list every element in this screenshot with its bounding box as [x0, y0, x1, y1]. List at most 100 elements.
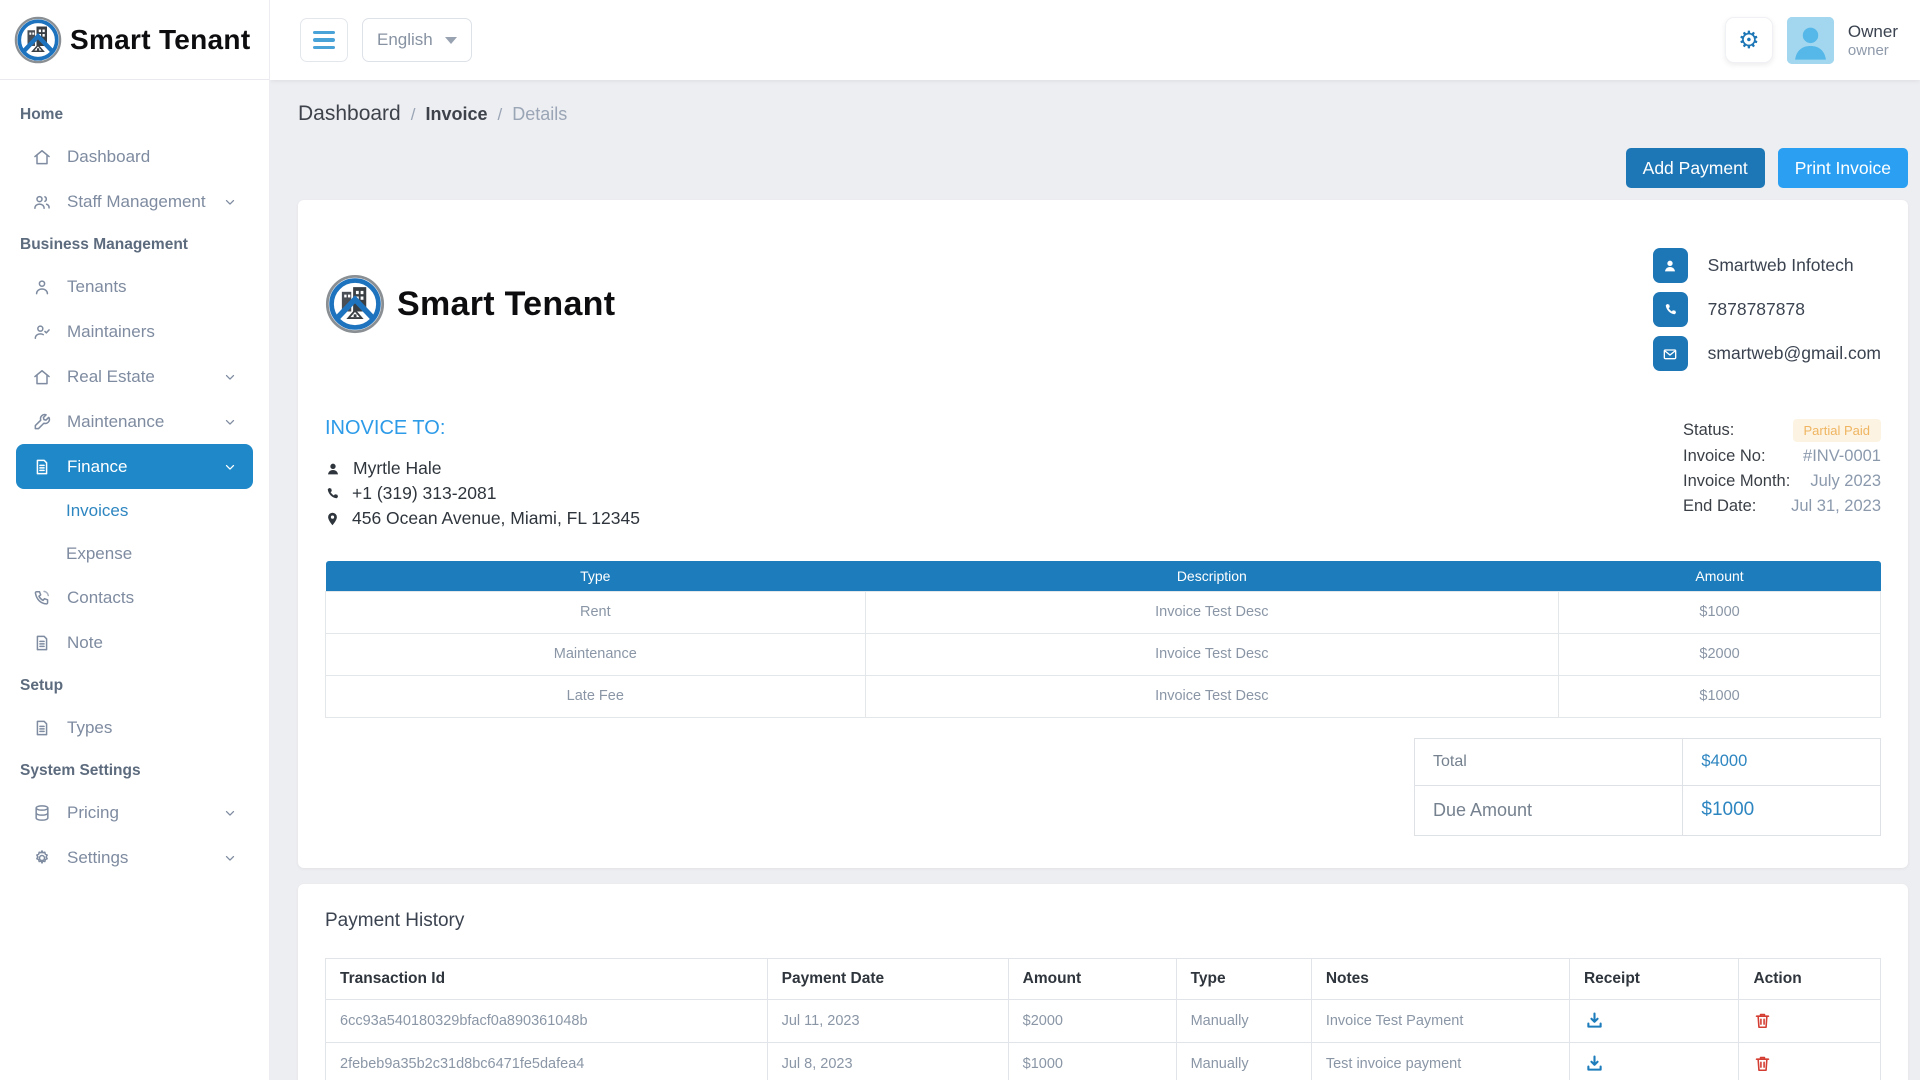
sidebar-item-staff-management[interactable]: Staff Management [16, 179, 253, 224]
sidebar-item-label: Maintenance [67, 412, 164, 432]
items-header-amount: Amount [1559, 561, 1881, 591]
gear-icon: ⚙ [1738, 26, 1760, 55]
bill-to-phone-row: +1 (319) 313-2081 [325, 481, 640, 506]
company-name: Smartweb Infotech [1708, 255, 1854, 276]
avatar[interactable] [1787, 17, 1834, 64]
sidebar-item-label: Contacts [67, 588, 134, 608]
download-receipt-button[interactable] [1584, 1010, 1605, 1031]
phone-icon [1653, 292, 1688, 327]
section-label-system-settings: System Settings [0, 750, 269, 790]
download-receipt-button[interactable] [1584, 1053, 1605, 1074]
company-phone-row: 7878787878 [1653, 292, 1881, 327]
invoice-items-table: Type Description Amount Rent Invoice Tes… [325, 561, 1881, 718]
sidebar-subitem-label: Expense [66, 544, 132, 564]
add-payment-button[interactable]: Add Payment [1626, 148, 1765, 188]
ph-payment-date: Jul 8, 2023 [767, 1042, 1008, 1080]
ph-header-notes: Notes [1311, 958, 1569, 999]
user-icon [1653, 248, 1688, 283]
chevron-down-icon [223, 806, 237, 820]
item-type: Late Fee [326, 675, 866, 717]
status-row: Status: Partial Paid [1683, 419, 1881, 442]
bill-to-name: Myrtle Hale [353, 458, 442, 479]
brand-logo[interactable]: Smart Tenant [0, 0, 269, 80]
sidebar-item-label: Settings [67, 848, 128, 868]
invoice-month-value: July 2023 [1810, 472, 1881, 491]
table-row: Late Fee Invoice Test Desc $1000 [326, 675, 1881, 717]
sidebar-subitem-invoices[interactable]: Invoices [0, 489, 269, 532]
sidebar-item-maintenance[interactable]: Maintenance [16, 399, 253, 444]
total-value: $4000 [1683, 738, 1881, 785]
download-icon [1584, 1053, 1605, 1074]
settings-gear-button[interactable]: ⚙ [1725, 17, 1773, 63]
print-invoice-button[interactable]: Print Invoice [1778, 148, 1908, 188]
sidebar-item-pricing[interactable]: Pricing [16, 790, 253, 835]
phone-icon [325, 486, 340, 501]
user-avatar-icon [1787, 17, 1834, 64]
invoice-card: Smart Tenant Smartweb Infotech 787878787… [298, 200, 1908, 868]
sidebar-item-dashboard[interactable]: Dashboard [16, 134, 253, 179]
sidebar-item-types[interactable]: Types [16, 705, 253, 750]
hamburger-icon [313, 31, 335, 35]
delete-payment-button[interactable] [1753, 1054, 1772, 1073]
ph-header-type: Type [1176, 958, 1311, 999]
invoice-no-value: #INV-0001 [1803, 447, 1881, 466]
person-check-icon [32, 322, 52, 342]
sidebar-item-label: Real Estate [67, 367, 155, 387]
language-dropdown[interactable]: English [362, 18, 472, 62]
sidebar-item-finance[interactable]: Finance [16, 444, 253, 489]
ph-amount: $2000 [1008, 999, 1176, 1042]
phone-icon [32, 588, 52, 608]
section-label-setup: Setup [0, 665, 269, 705]
sidebar-item-label: Types [67, 718, 112, 738]
ph-header-payment-date: Payment Date [767, 958, 1008, 999]
gear-icon [32, 848, 52, 868]
invoice-no-row: Invoice No: #INV-0001 [1683, 446, 1881, 467]
end-date-label: End Date: [1683, 497, 1756, 516]
chevron-down-icon [223, 460, 237, 474]
table-row: Total $4000 [1415, 738, 1881, 785]
delete-payment-button[interactable] [1753, 1011, 1772, 1030]
chevron-down-icon [223, 370, 237, 384]
breadcrumb-dashboard[interactable]: Dashboard [298, 102, 401, 126]
sidebar-item-settings[interactable]: Settings [16, 835, 253, 880]
language-value: English [377, 30, 433, 50]
actions-row: Add Payment Print Invoice [298, 148, 1908, 188]
item-description: Invoice Test Desc [865, 591, 1559, 633]
sidebar-item-real-estate[interactable]: Real Estate [16, 354, 253, 399]
invoice-month-label: Invoice Month: [1683, 472, 1790, 491]
bill-to-phone: +1 (319) 313-2081 [352, 483, 497, 504]
ph-amount: $1000 [1008, 1042, 1176, 1080]
due-amount-value: $1000 [1683, 785, 1881, 835]
sidebar-item-note[interactable]: Note [16, 620, 253, 665]
bill-to-address: 456 Ocean Avenue, Miami, FL 12345 [352, 508, 640, 529]
wrench-icon [32, 412, 52, 432]
brand-logo-icon [325, 274, 385, 334]
end-date-value: Jul 31, 2023 [1791, 497, 1881, 516]
sidebar-item-maintainers[interactable]: Maintainers [16, 309, 253, 354]
sidebar-toggle-button[interactable] [300, 18, 348, 62]
status-badge: Partial Paid [1793, 419, 1881, 442]
company-phone: 7878787878 [1708, 299, 1805, 320]
table-row: 2febeb9a35b2c31d8bc6471fe5dafea4 Jul 8, … [326, 1042, 1881, 1080]
envelope-icon [1653, 336, 1688, 371]
item-amount: $1000 [1559, 591, 1881, 633]
sidebar-item-tenants[interactable]: Tenants [16, 264, 253, 309]
sidebar-item-label: Note [67, 633, 103, 653]
item-description: Invoice Test Desc [865, 675, 1559, 717]
items-header-type: Type [326, 561, 866, 591]
brand-name: Smart Tenant [70, 24, 250, 56]
breadcrumb-details: Details [512, 104, 567, 125]
database-icon [32, 803, 52, 823]
ph-notes: Invoice Test Payment [1311, 999, 1569, 1042]
item-amount: $1000 [1559, 675, 1881, 717]
topbar: English ⚙ Owner owner [270, 0, 1920, 80]
ph-header-amount: Amount [1008, 958, 1176, 999]
ph-header-transaction-id: Transaction Id [326, 958, 768, 999]
sidebar-subitem-expense[interactable]: Expense [0, 532, 269, 575]
payment-history-table: Transaction Id Payment Date Amount Type … [325, 958, 1881, 1080]
payment-history-card: Payment History Transaction Id Payment D… [298, 884, 1908, 1080]
items-header-description: Description [865, 561, 1559, 591]
sidebar-nav: Home Dashboard Staff Management Business… [0, 80, 269, 880]
breadcrumb-invoice[interactable]: Invoice [425, 104, 487, 125]
sidebar-item-contacts[interactable]: Contacts [16, 575, 253, 620]
